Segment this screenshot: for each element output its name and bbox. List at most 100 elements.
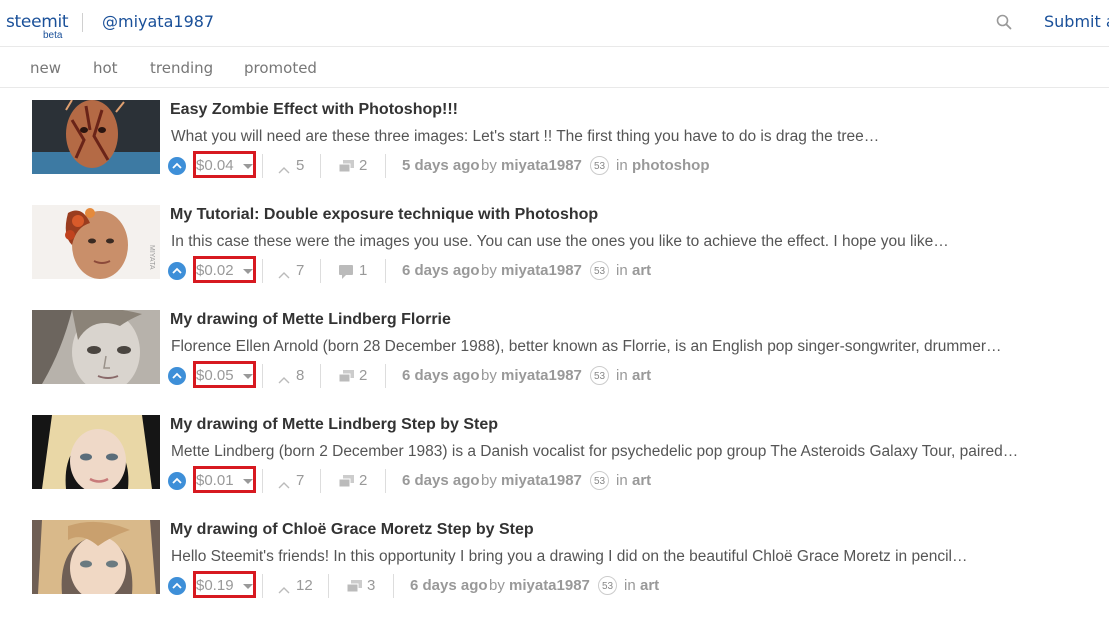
comment-icon[interactable]: [346, 580, 363, 599]
comment-icon[interactable]: [338, 160, 355, 179]
comment-count[interactable]: 2: [359, 472, 367, 489]
meta-divider: [262, 469, 263, 493]
meta-divider: [320, 469, 321, 493]
meta-divider: [385, 259, 386, 283]
logo-text[interactable]: steemit: [6, 12, 69, 32]
submit-story-link[interactable]: Submit a: [1044, 12, 1109, 31]
post-meta: $0.02 7 1 6 days ago by miyata1987 53 in…: [168, 256, 868, 285]
author-link[interactable]: miyata1987: [501, 367, 582, 384]
meta-divider: [320, 154, 321, 178]
tab-new[interactable]: new: [30, 59, 61, 77]
reputation-badge: 53: [590, 366, 609, 385]
upvote-icon[interactable]: [168, 577, 186, 595]
comment-icon[interactable]: [338, 370, 355, 389]
votes-chevron-icon: [278, 371, 290, 389]
post-summary: My drawing of Mette Lindberg Step by Ste…: [0, 415, 1109, 520]
comment-icon[interactable]: [339, 265, 355, 284]
post-meta: $0.05 8 2 6 days ago by miyata1987 53 in…: [168, 361, 868, 390]
meta-divider: [262, 364, 263, 388]
category-link[interactable]: art: [640, 577, 659, 594]
post-summary: My drawing of Mette Lindberg Florrie Flo…: [0, 310, 1109, 415]
caret-down-icon[interactable]: [243, 164, 253, 169]
post-thumbnail[interactable]: MIYATA: [32, 205, 160, 279]
votes-chevron-icon: [278, 476, 290, 494]
comment-icon[interactable]: [338, 475, 355, 494]
reputation-badge: 53: [598, 576, 617, 595]
tab-promoted[interactable]: promoted: [244, 59, 317, 77]
caret-down-icon[interactable]: [243, 374, 253, 379]
feed-tabs: new hot trending promoted: [0, 47, 1109, 88]
meta-divider: [262, 154, 263, 178]
category-link[interactable]: photoshop: [632, 157, 709, 174]
category-link[interactable]: art: [632, 262, 651, 279]
post-time[interactable]: 6 days ago: [402, 472, 480, 489]
author-link[interactable]: miyata1987: [509, 577, 590, 594]
post-thumbnail[interactable]: [32, 415, 160, 489]
post-excerpt[interactable]: What you will need are these three image…: [171, 128, 1096, 146]
post-thumbnail[interactable]: [32, 310, 160, 384]
author-link[interactable]: miyata1987: [501, 262, 582, 279]
post-title[interactable]: My drawing of Mette Lindberg Step by Ste…: [170, 416, 498, 434]
account-name[interactable]: @miyata1987: [102, 12, 214, 31]
post-thumbnail[interactable]: [32, 520, 160, 594]
header-divider: [82, 13, 83, 32]
post-excerpt[interactable]: Mette Lindberg (born 2 December 1983) is…: [171, 443, 1096, 461]
by-label: by: [489, 577, 505, 594]
caret-down-icon[interactable]: [243, 479, 253, 484]
post-meta: $0.01 7 2 6 days ago by miyata1987 53 in…: [168, 466, 868, 495]
post-meta: $0.19 12 3 6 days ago by miyata1987 53 i…: [168, 571, 868, 600]
meta-divider: [385, 469, 386, 493]
post-summary: MIYATA My Tutorial: Double exposure tech…: [0, 205, 1109, 310]
search-icon[interactable]: [995, 13, 1013, 31]
tab-trending[interactable]: trending: [150, 59, 213, 77]
comment-count[interactable]: 2: [359, 367, 367, 384]
caret-down-icon[interactable]: [243, 584, 253, 589]
tab-hot[interactable]: hot: [93, 59, 118, 77]
comment-count[interactable]: 1: [359, 262, 367, 279]
post-summary: My drawing of Chloë Grace Moretz Step by…: [0, 520, 1109, 625]
category-link[interactable]: art: [632, 472, 651, 489]
post-time[interactable]: 5 days ago: [402, 157, 480, 174]
steemit-logo[interactable]: steemit beta: [6, 10, 69, 44]
reputation-badge: 53: [590, 261, 609, 280]
meta-divider: [393, 574, 394, 598]
reputation-badge: 53: [590, 156, 609, 175]
upvote-icon[interactable]: [168, 157, 186, 175]
upvote-icon[interactable]: [168, 367, 186, 385]
payout-value[interactable]: $0.04: [196, 157, 234, 174]
author-link[interactable]: miyata1987: [501, 157, 582, 174]
meta-divider: [385, 364, 386, 388]
post-thumbnail[interactable]: [32, 100, 160, 174]
in-label: in: [616, 367, 628, 384]
payout-value[interactable]: $0.01: [196, 472, 234, 489]
category-link[interactable]: art: [632, 367, 651, 384]
post-title[interactable]: Easy Zombie Effect with Photoshop!!!: [170, 101, 458, 119]
post-time[interactable]: 6 days ago: [410, 577, 488, 594]
caret-down-icon[interactable]: [243, 269, 253, 274]
post-excerpt[interactable]: In this case these were the images you u…: [171, 233, 1096, 251]
post-excerpt[interactable]: Florence Ellen Arnold (born 28 December …: [171, 338, 1096, 356]
vote-count: 8: [296, 367, 305, 384]
meta-divider: [320, 259, 321, 283]
post-title[interactable]: My drawing of Chloë Grace Moretz Step by…: [170, 521, 534, 539]
meta-divider: [262, 574, 263, 598]
vote-count: 12: [296, 577, 313, 594]
post-summary: Easy Zombie Effect with Photoshop!!! Wha…: [0, 100, 1109, 205]
votes-chevron-icon: [278, 266, 290, 284]
payout-value[interactable]: $0.02: [196, 262, 234, 279]
author-link[interactable]: miyata1987: [501, 472, 582, 489]
post-time[interactable]: 6 days ago: [402, 262, 480, 279]
post-time[interactable]: 6 days ago: [402, 367, 480, 384]
payout-value[interactable]: $0.05: [196, 367, 234, 384]
by-label: by: [481, 367, 497, 384]
upvote-icon[interactable]: [168, 472, 186, 490]
post-title[interactable]: My Tutorial: Double exposure technique w…: [170, 206, 598, 224]
payout-value[interactable]: $0.19: [196, 577, 234, 594]
post-excerpt[interactable]: Hello Steemit's friends! In this opportu…: [171, 548, 1096, 566]
vote-count: 5: [296, 157, 305, 174]
upvote-icon[interactable]: [168, 262, 186, 280]
vote-count: 7: [296, 262, 305, 279]
comment-count[interactable]: 3: [367, 577, 375, 594]
post-title[interactable]: My drawing of Mette Lindberg Florrie: [170, 311, 451, 329]
comment-count[interactable]: 2: [359, 157, 367, 174]
